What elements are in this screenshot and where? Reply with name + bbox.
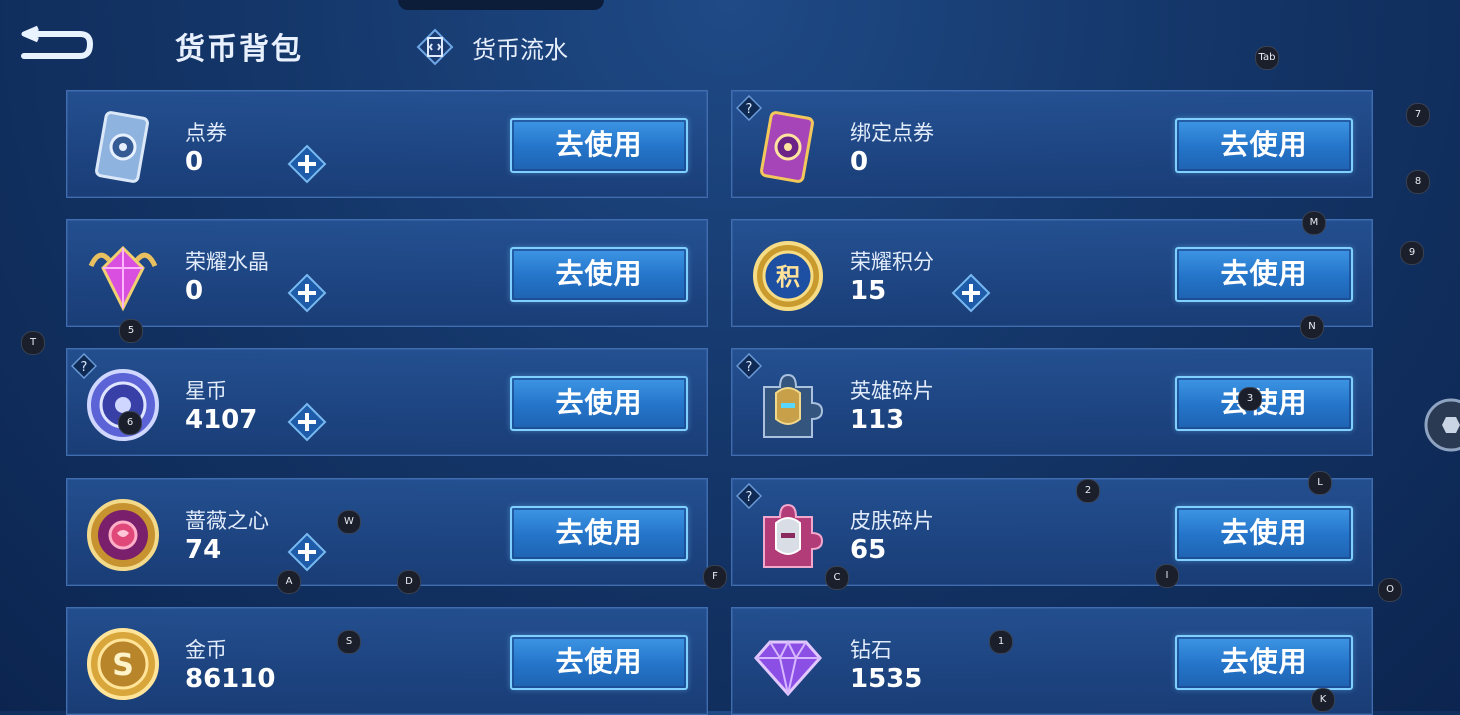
key-hint: O (1378, 578, 1402, 602)
currency-amount: 4107 (185, 405, 258, 435)
currency-card-rose-heart: 蔷薇之心 74 去使用 (66, 478, 708, 586)
currency-card-star-coin: ? 星币 4107 去使用 (66, 348, 708, 456)
currency-amount: 1535 (850, 664, 923, 694)
currency-name: 荣耀水晶 (185, 250, 269, 274)
rose-heart-icon (87, 499, 159, 571)
key-hint: D (397, 570, 421, 594)
hero-fragment-icon (763, 373, 824, 438)
currency-amount: 0 (850, 147, 869, 177)
add-plus-icon[interactable] (287, 144, 327, 184)
currency-name: 钻石 (850, 638, 892, 662)
crystal-icon (88, 245, 158, 312)
currency-amount: 65 (850, 535, 887, 565)
key-hint: 5 (119, 319, 143, 343)
key-hint: L (1308, 471, 1332, 495)
bound-voucher-icon (760, 111, 814, 183)
key-hint: 6 (118, 411, 142, 435)
currency-name: 皮肤碎片 (850, 509, 934, 533)
currency-name: 英雄碎片 (850, 379, 934, 403)
back-arrow-icon[interactable] (18, 24, 96, 64)
hexagon-side-button-icon[interactable] (1424, 398, 1460, 452)
key-hint: C (825, 566, 849, 590)
currency-card-glory-crystal: 荣耀水晶 0 去使用 (66, 219, 708, 327)
currency-amount: 0 (185, 147, 204, 177)
key-hint: M (1302, 211, 1326, 235)
voucher-icon (95, 111, 149, 183)
currency-flow-label: 货币流水 (472, 35, 568, 64)
currency-amount: 86110 (185, 664, 276, 694)
use-button[interactable]: 去使用 (510, 247, 688, 302)
use-button[interactable]: 去使用 (1175, 635, 1353, 690)
key-hint: W (337, 510, 361, 534)
currency-amount: 74 (185, 535, 222, 565)
add-plus-icon[interactable] (951, 273, 991, 313)
currency-card-bound-voucher: ? 绑定点券 0 去使用 (731, 90, 1373, 198)
glory-points-icon: 积 (753, 241, 823, 311)
currency-card-gold-coin: S 金币 86110 去使用 (66, 607, 708, 715)
skin-fragment-icon (763, 503, 824, 568)
key-hint: 3 (1238, 387, 1262, 411)
use-button[interactable]: 去使用 (510, 376, 688, 431)
key-hint: A (277, 570, 301, 594)
key-hint: N (1300, 315, 1324, 339)
add-plus-icon[interactable] (287, 402, 327, 442)
use-button[interactable]: 去使用 (510, 506, 688, 561)
key-hint: S (337, 630, 361, 654)
key-hint: F (703, 565, 727, 589)
use-button[interactable]: 去使用 (1175, 118, 1353, 173)
currency-name: 星币 (185, 379, 227, 403)
key-hint: Tab (1255, 46, 1279, 70)
key-hint: T (21, 331, 45, 355)
ledger-icon (416, 28, 454, 66)
currency-name: 金币 (185, 638, 227, 662)
currency-amount: 0 (185, 276, 204, 306)
svg-text:积: 积 (776, 263, 800, 291)
currency-name: 荣耀积分 (850, 250, 934, 274)
currency-name: 蔷薇之心 (185, 509, 269, 533)
add-plus-icon[interactable] (287, 532, 327, 572)
currency-amount: 113 (850, 405, 905, 435)
currency-amount: 15 (850, 276, 887, 306)
key-hint: 7 (1406, 103, 1430, 127)
gold-coin-icon: S (87, 628, 159, 700)
use-button[interactable]: 去使用 (1175, 506, 1353, 561)
currency-card-glory-points: 积 荣耀积分 15 去使用 (731, 219, 1373, 327)
key-hint: 9 (1400, 241, 1424, 265)
page-title: 货币背包 (175, 32, 303, 67)
currency-flow-link[interactable]: 货币流水 (416, 28, 568, 66)
key-hint: I (1155, 564, 1179, 588)
key-hint: 1 (989, 630, 1013, 654)
diamond-icon (754, 639, 822, 697)
use-button[interactable]: 去使用 (1175, 376, 1353, 431)
add-plus-icon[interactable] (287, 273, 327, 313)
top-bar: 货币背包 货币流水 (0, 0, 1460, 90)
use-button[interactable]: 去使用 (510, 635, 688, 690)
svg-text:S: S (112, 648, 134, 683)
key-hint: K (1311, 688, 1335, 712)
use-button[interactable]: 去使用 (1175, 247, 1353, 302)
use-button[interactable]: 去使用 (510, 118, 688, 173)
key-hint: 2 (1076, 479, 1100, 503)
currency-name: 绑定点券 (850, 121, 934, 145)
currency-name: 点券 (185, 121, 227, 145)
currency-card-diamond: 钻石 1535 去使用 (731, 607, 1373, 715)
currency-card-voucher: 点券 0 去使用 (66, 90, 708, 198)
key-hint: 8 (1406, 170, 1430, 194)
currency-card-hero-fragment: ? 英雄碎片 113 去使用 (731, 348, 1373, 456)
